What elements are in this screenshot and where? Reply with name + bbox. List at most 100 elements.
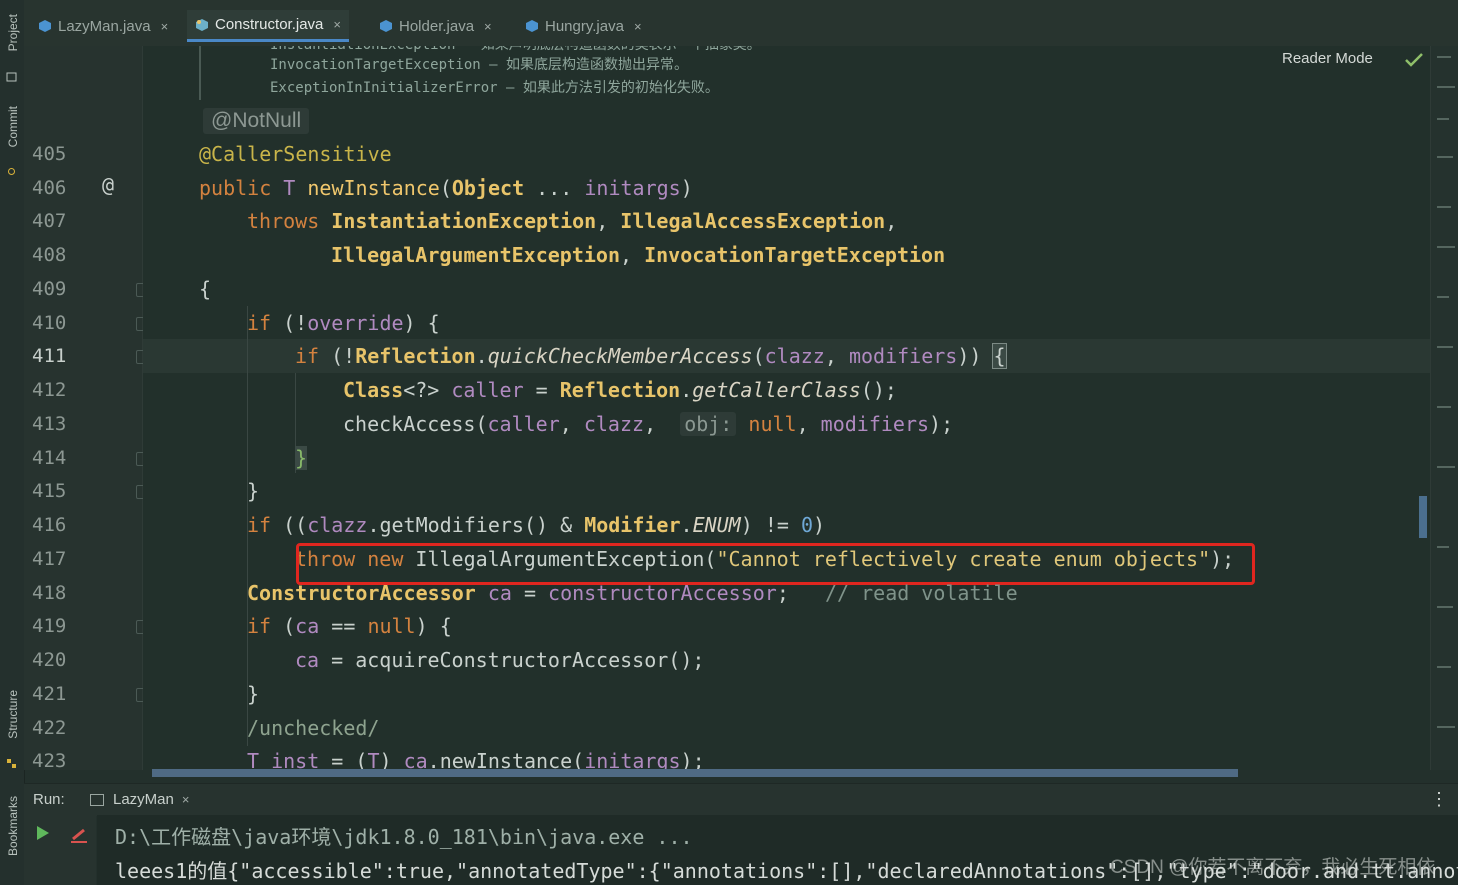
- close-icon[interactable]: ×: [161, 19, 169, 34]
- notnull-annotation-hint: @NotNull: [203, 108, 310, 134]
- keyword-token: null: [367, 614, 416, 638]
- brace: }: [247, 682, 260, 706]
- more-options-icon[interactable]: ⋮: [1430, 789, 1448, 810]
- keyword-token: throws: [247, 209, 332, 233]
- punct: ,: [824, 344, 849, 368]
- punct: (: [439, 176, 452, 200]
- line-number: 406: [32, 177, 67, 199]
- punct: (: [283, 614, 296, 638]
- stripe-mark: [1437, 346, 1453, 348]
- punct: ) {: [415, 614, 452, 638]
- param-token: initargs: [584, 749, 681, 770]
- code-line-421: }: [247, 677, 259, 711]
- override-marker-icon[interactable]: @: [102, 173, 114, 197]
- punct: ): [813, 513, 826, 537]
- stripe-mark: [1437, 246, 1455, 248]
- stripe-mark: [1437, 666, 1451, 668]
- code-line-416: if ((clazz.getModifiers() & Modifier.ENU…: [247, 508, 825, 542]
- rerun-icon[interactable]: [36, 825, 50, 841]
- stripe-mark: [1437, 606, 1453, 608]
- code-line-418: ConstructorAccessor ca = constructorAcce…: [247, 576, 1018, 610]
- punct: .: [680, 378, 693, 402]
- code-line-422: /unchecked/: [247, 711, 379, 745]
- stripe-mark: [1437, 406, 1451, 408]
- error-stripe[interactable]: [1419, 46, 1458, 770]
- class-token: IllegalAccessException: [620, 209, 886, 233]
- var-token: ca: [295, 614, 320, 638]
- edit-configuration-icon[interactable]: [70, 827, 88, 843]
- param-token: initargs: [584, 176, 681, 200]
- keyword-token: if: [247, 311, 284, 335]
- punct: )): [957, 344, 994, 368]
- code-line-407: throws InstantiationException, IllegalAc…: [247, 204, 897, 238]
- bookmarks-label: Bookmarks: [6, 796, 20, 857]
- param-token: clazz: [307, 513, 368, 537]
- vertical-scrollbar-thumb[interactable]: [1419, 496, 1427, 538]
- stripe-mark: [1437, 546, 1449, 548]
- bookmarks-tool-tab[interactable]: Bookmarks: [0, 796, 24, 876]
- code-line-413: checkAccess(caller, clazz, obj: null, mo…: [343, 407, 953, 441]
- tab-constructor[interactable]: Constructor.java ×: [187, 10, 349, 42]
- code-line-423: T inst = (T) ca.newInstance(initargs);: [247, 744, 705, 770]
- console-line: D:\工作磁盘\java环境\jdk1.8.0_181\bin\java.exe…: [115, 825, 693, 849]
- structure-tool-tab[interactable]: Structure: [0, 690, 24, 772]
- code-line-420: ca = acquireConstructorAccessor();: [295, 643, 704, 677]
- punct: ,: [596, 209, 621, 233]
- folder-icon: [6, 72, 17, 82]
- tab-holder[interactable]: Holder.java ×: [371, 10, 500, 42]
- csdn-watermark: CSDN @你若不离不弃，我必生死相依: [1110, 857, 1436, 878]
- horizontal-scrollbar-thumb[interactable]: [152, 769, 1238, 777]
- punct: (: [475, 412, 488, 436]
- code-line-419: if (ca == null) {: [247, 609, 452, 643]
- stripe-mark: [1437, 206, 1451, 208]
- commit-tool-tab[interactable]: Commit: [0, 106, 24, 182]
- punct: ...: [524, 176, 585, 200]
- tab-hungry[interactable]: Hungry.java ×: [517, 10, 650, 42]
- java-class-icon: [39, 20, 51, 32]
- doc-comment-line: InvocationTargetException – 如果底层构造函数抛出异常…: [270, 57, 689, 73]
- var-token: ca: [475, 581, 512, 605]
- java-class-icon: [526, 20, 538, 32]
- run-tab-lazyman[interactable]: LazyMan ×: [90, 791, 189, 808]
- field-token: constructorAccessor: [548, 581, 777, 605]
- class-token: Class: [343, 378, 404, 402]
- brace: }: [247, 479, 260, 503]
- close-icon[interactable]: ×: [484, 19, 492, 34]
- punct: ): [680, 176, 693, 200]
- stripe-mark: [1437, 56, 1451, 58]
- reader-mode-button[interactable]: Reader Mode: [1282, 50, 1373, 67]
- comment-token: /unchecked/: [247, 716, 380, 740]
- keyword-token: if: [295, 344, 332, 368]
- line-number: 413: [32, 413, 67, 435]
- constant-token: ENUM: [692, 513, 741, 537]
- class-token: ConstructorAccessor: [247, 581, 476, 605]
- punct: ,: [559, 412, 584, 436]
- param-token: modifiers: [820, 412, 930, 436]
- tab-label: LazyMan.java: [58, 17, 151, 35]
- code-line-411: if (!Reflection.quickCheckMemberAccess(c…: [295, 339, 1007, 373]
- project-tool-tab[interactable]: Project: [0, 14, 24, 86]
- checkmark-icon[interactable]: [1404, 52, 1424, 68]
- code-line-405: @CallerSensitive: [199, 137, 392, 171]
- comment-token: // read volatile: [788, 581, 1018, 605]
- param-token: caller: [487, 412, 560, 436]
- class-token: Reflection: [355, 344, 476, 368]
- method-call: = acquireConstructorAccessor();: [319, 648, 705, 672]
- punct: (!: [283, 311, 308, 335]
- tab-lazyman[interactable]: LazyMan.java ×: [30, 10, 176, 42]
- line-number: 416: [32, 514, 67, 536]
- type-token: T: [247, 749, 272, 770]
- close-icon[interactable]: ×: [333, 17, 341, 32]
- editor-gutter[interactable]: @ 405 406 407 408 409 410 411 412 413 41…: [24, 46, 150, 772]
- line-number: 408: [32, 244, 67, 266]
- var-token: inst: [271, 749, 320, 770]
- close-icon[interactable]: ×: [182, 792, 190, 807]
- var-token: ca: [403, 749, 428, 770]
- punct: =: [511, 581, 549, 605]
- close-icon[interactable]: ×: [634, 19, 642, 34]
- class-token: InstantiationException: [331, 209, 597, 233]
- class-token: Object: [451, 176, 525, 200]
- code-editor[interactable]: InstantiationException – 如果声明底层构造函数的类表示一…: [143, 46, 1430, 770]
- punct: ,: [619, 243, 645, 267]
- run-toolbar: [24, 815, 96, 885]
